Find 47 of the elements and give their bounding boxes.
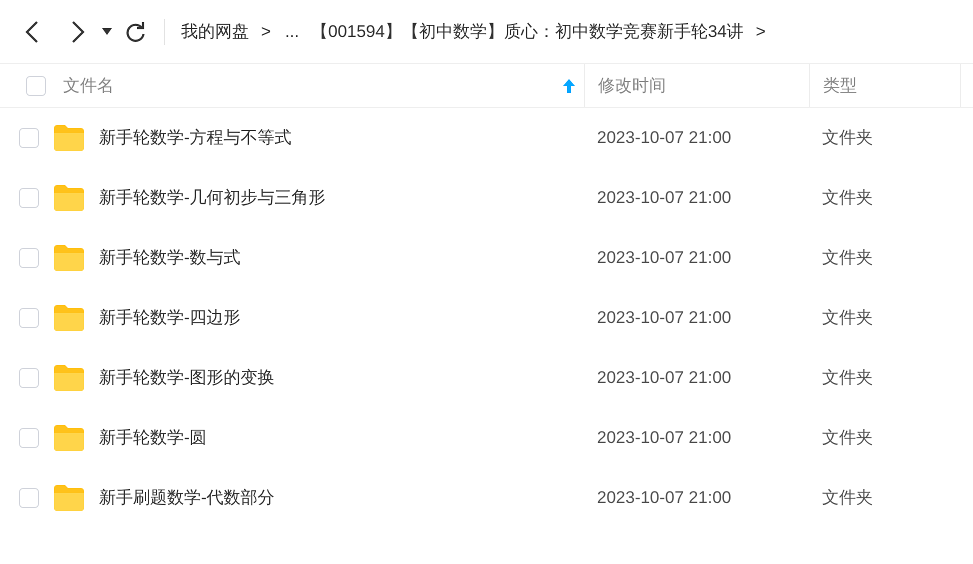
checkbox[interactable]: [19, 188, 39, 208]
breadcrumb-separator: >: [756, 20, 766, 43]
modified-time: 2023-10-07 21:00: [597, 248, 732, 267]
dropdown-caret-icon[interactable]: [102, 28, 112, 36]
checkbox[interactable]: [19, 308, 39, 328]
folder-icon: [54, 365, 84, 391]
folder-icon: [54, 425, 84, 451]
folder-icon: [54, 485, 84, 511]
file-type: 文件夹: [822, 128, 873, 147]
modified-time: 2023-10-07 21:00: [597, 128, 732, 147]
file-name[interactable]: 新手轮数学-图形的变换: [99, 365, 275, 391]
modified-time: 2023-10-07 21:00: [597, 368, 732, 387]
breadcrumb-item[interactable]: 【001594】【初中数学】质心：初中数学竞赛新手轮34讲: [311, 18, 744, 44]
folder-icon: [54, 185, 84, 211]
file-name[interactable]: 新手刷题数学-代数部分: [99, 485, 275, 511]
breadcrumb-item[interactable]: 我的网盘: [181, 18, 249, 44]
checkbox[interactable]: [19, 368, 39, 388]
checkbox[interactable]: [19, 488, 39, 508]
folder-icon: [54, 125, 84, 151]
folder-icon: [54, 245, 84, 271]
file-name[interactable]: 新手轮数学-圆: [99, 425, 207, 451]
column-header[interactable]: 修改时间: [598, 64, 809, 107]
file-type: 文件夹: [822, 428, 873, 447]
column-header[interactable]: 文件名: [63, 64, 584, 107]
modified-time: 2023-10-07 21:00: [597, 428, 732, 447]
column-header[interactable]: 类型: [823, 64, 960, 107]
file-type: 文件夹: [822, 308, 873, 327]
checkbox[interactable]: [19, 128, 39, 148]
refresh-icon[interactable]: [126, 22, 146, 42]
file-name[interactable]: 新手轮数学-几何初步与三角形: [99, 185, 326, 211]
folder-icon: [54, 305, 84, 331]
breadcrumb-item[interactable]: ...: [284, 18, 300, 44]
sort-arrow-icon[interactable]: [563, 78, 575, 92]
breadcrumb-separator: >: [261, 20, 271, 43]
file-name[interactable]: 新手轮数学-四边形: [99, 305, 241, 331]
checkbox[interactable]: [19, 248, 39, 268]
file-name[interactable]: 新手轮数学-方程与不等式: [99, 125, 292, 151]
checkbox[interactable]: [26, 76, 46, 96]
file-type: 文件夹: [822, 488, 873, 507]
modified-time: 2023-10-07 21:00: [597, 488, 732, 507]
file-name[interactable]: 新手轮数学-数与式: [99, 245, 241, 271]
file-type: 文件夹: [822, 248, 873, 267]
file-type: 文件夹: [822, 368, 873, 387]
modified-time: 2023-10-07 21:00: [597, 308, 732, 327]
modified-time: 2023-10-07 21:00: [597, 188, 732, 207]
file-type: 文件夹: [822, 188, 873, 207]
checkbox[interactable]: [19, 428, 39, 448]
